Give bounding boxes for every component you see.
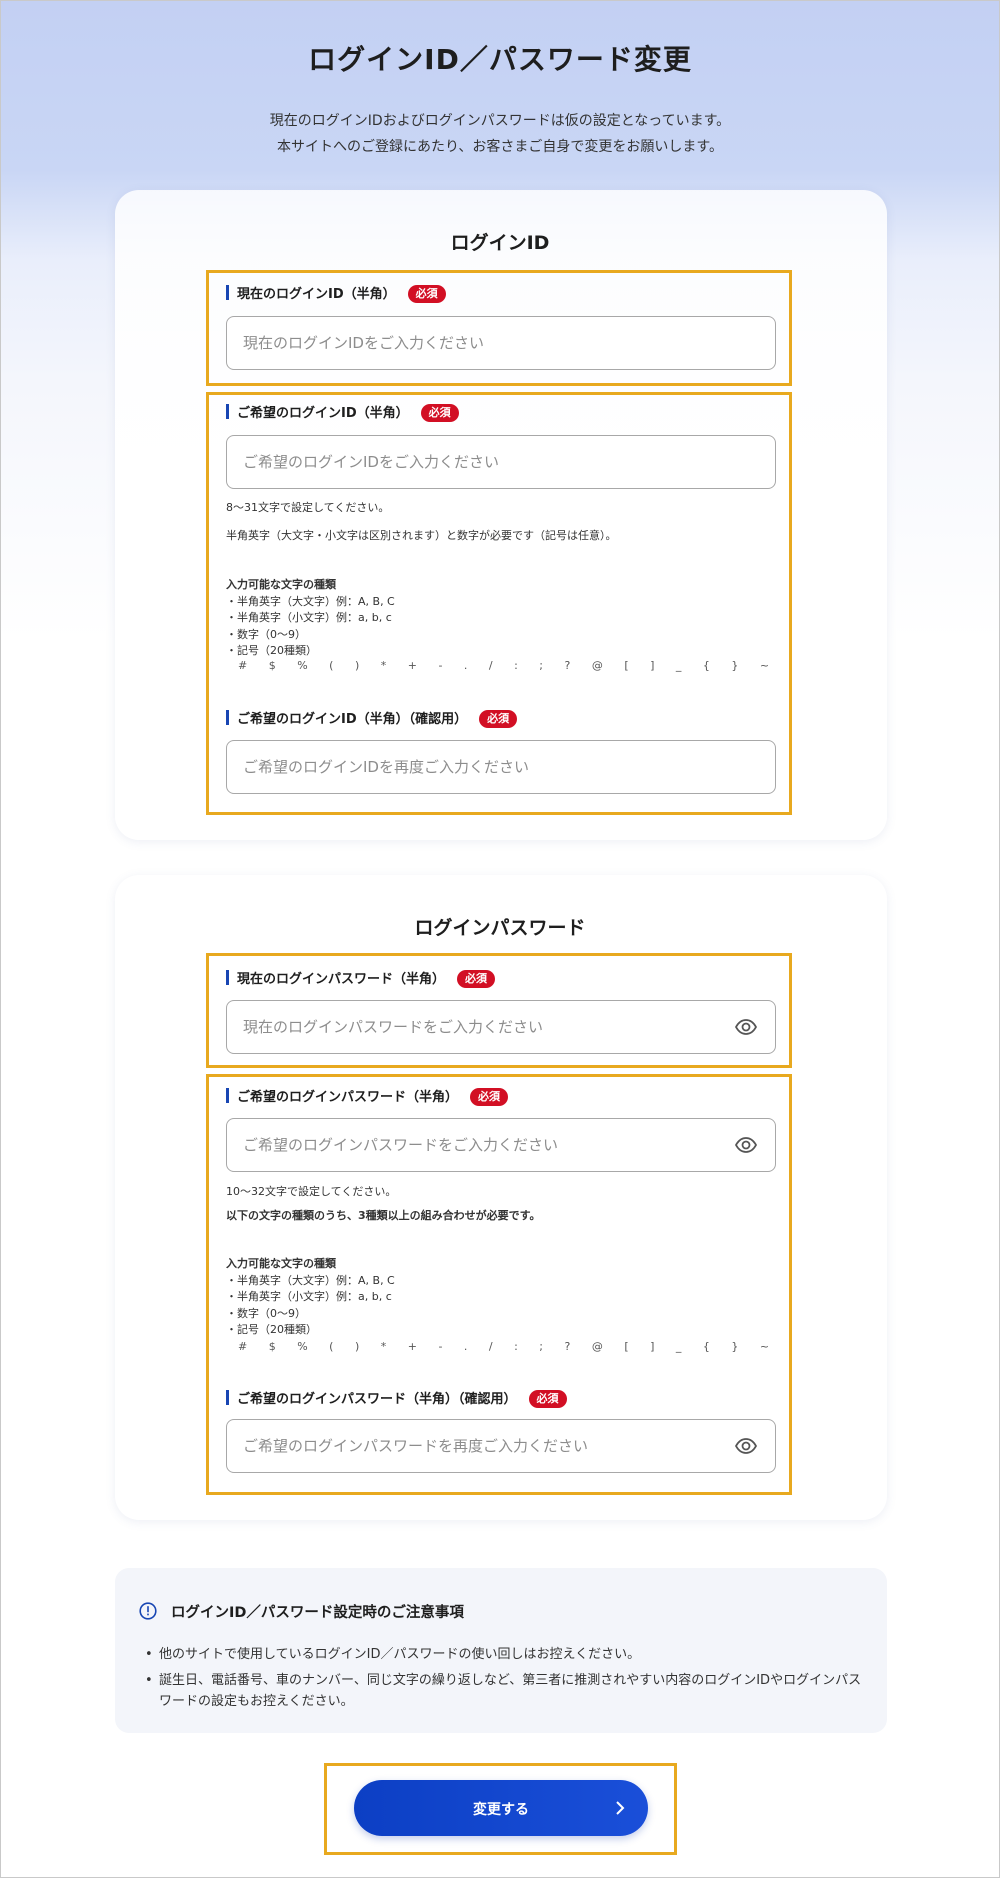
login-id-length-rule: 8〜31文字で設定してください。 (226, 501, 390, 514)
current-login-id-input[interactable] (226, 316, 776, 370)
current-password-input[interactable] (226, 1000, 776, 1054)
password-chars-heading: 入力可能な文字の種類 (226, 1257, 336, 1270)
notice-box: ログインID／パスワード設定時のご注意事項 他のサイトで使用しているログインID… (115, 1568, 887, 1733)
new-password-input[interactable] (226, 1118, 776, 1172)
password-char-type: ・半角英字（小文字）例：a, b, c (226, 1290, 392, 1303)
current-password-label: 現在のログインパスワード（半角） 必須 (226, 970, 496, 988)
confirm-password-label: ご希望のログインパスワード（半角）（確認用） 必須 (226, 1390, 567, 1408)
required-badge: 必須 (420, 404, 459, 422)
confirm-password-label-text: ご希望のログインパスワード（半角）（確認用） (237, 1392, 517, 1407)
new-password-label-text: ご希望のログインパスワード（半角） (237, 1090, 459, 1105)
notice-title: ログインID／パスワード設定時のご注意事項 (171, 1605, 464, 1621)
login-id-section-title: ログインID (450, 232, 550, 254)
current-login-id-label-text: 現在のログインID（半角） (237, 287, 396, 302)
password-combo-rule: 以下の文字の種類のうち、3種類以上の組み合わせが必要です。 (226, 1209, 541, 1222)
submit-button-label: 変更する (473, 1802, 529, 1818)
intro-line-2: 本サイトへのご登録にあたり、お客さまご自身で変更をお願いします。 (276, 139, 724, 155)
confirm-login-id-label-text: ご希望のログインID（半角）（確認用） (237, 712, 468, 727)
eye-icon[interactable] (734, 1434, 758, 1458)
required-badge: 必須 (470, 1088, 509, 1106)
login-id-char-type: ・半角英字（小文字）例：a, b, c (226, 611, 392, 624)
password-char-type: ・半角英字（大文字）例：A, B, C (226, 1273, 395, 1287)
eye-icon[interactable] (734, 1133, 758, 1157)
intro-line-1: 現在のログインIDおよびログインパスワードは仮の設定となっています。 (269, 113, 731, 129)
required-badge: 必須 (528, 1390, 567, 1408)
new-login-id-label-text: ご希望のログインID（半角） (237, 406, 409, 421)
password-char-type: ・記号（20種類） (226, 1323, 317, 1336)
confirm-login-id-input[interactable] (226, 740, 776, 794)
eye-icon[interactable] (734, 1015, 758, 1039)
new-login-id-input[interactable] (226, 435, 776, 489)
password-length-rule: 10〜32文字で設定してください。 (226, 1185, 397, 1198)
new-login-id-label: ご希望のログインID（半角） 必須 (226, 404, 459, 422)
required-badge: 必須 (479, 710, 518, 728)
new-password-label: ご希望のログインパスワード（半角） 必須 (226, 1088, 509, 1106)
login-id-chars-heading: 入力可能な文字の種類 (226, 578, 336, 591)
page-title: ログインID／パスワード変更 (308, 43, 692, 76)
login-password-section-title: ログインパスワード (414, 917, 586, 939)
required-badge: 必須 (407, 285, 446, 303)
password-allowed-chars: 入力可能な文字の種類 ・半角英字（大文字）例：A, B, C ・半角英字（小文字… (226, 1256, 395, 1339)
login-id-char-type: ・数字（0〜9） (226, 627, 306, 641)
required-badge: 必須 (457, 970, 496, 988)
login-id-char-type: ・記号（20種類） (226, 644, 317, 657)
login-id-symbols: # $ % ( ) * + - . / : ; ? @ [ ] _ { } ~ (238, 659, 779, 672)
login-id-char-type: ・半角英字（大文字）例：A, B, C (226, 594, 395, 608)
page-intro: 現在のログインIDおよびログインパスワードは仮の設定となっています。 本サイトへ… (0, 108, 1000, 160)
notice-item: 他のサイトで使用しているログインID／パスワードの使い回しはお控えください。 (145, 1644, 865, 1665)
submit-button[interactable]: 変更する (354, 1780, 648, 1836)
info-circle-icon (139, 1602, 157, 1620)
login-id-allowed-chars: 入力可能な文字の種類 ・半角英字（大文字）例：A, B, C ・半角英字（小文字… (226, 577, 395, 660)
notice-list: 他のサイトで使用しているログインID／パスワードの使い回しはお控えください。 誕… (145, 1644, 865, 1717)
current-password-label-text: 現在のログインパスワード（半角） (237, 972, 446, 987)
chevron-right-icon (616, 1801, 625, 1815)
login-id-combo-rule: 半角英字（大文字・小文字は区別されます）と数字が必要です（記号は任意）。 (226, 529, 617, 542)
password-symbols: # $ % ( ) * + - . / : ; ? @ [ ] _ { } ~ (238, 1340, 779, 1353)
password-char-type: ・数字（0〜9） (226, 1306, 306, 1320)
current-login-id-label: 現在のログインID（半角） 必須 (226, 285, 446, 303)
confirm-password-input[interactable] (226, 1419, 776, 1473)
notice-item: 誕生日、電話番号、車のナンバー、同じ文字の繰り返しなど、第三者に推測されやすい内… (145, 1670, 865, 1712)
confirm-login-id-label: ご希望のログインID（半角）（確認用） 必須 (226, 710, 518, 728)
